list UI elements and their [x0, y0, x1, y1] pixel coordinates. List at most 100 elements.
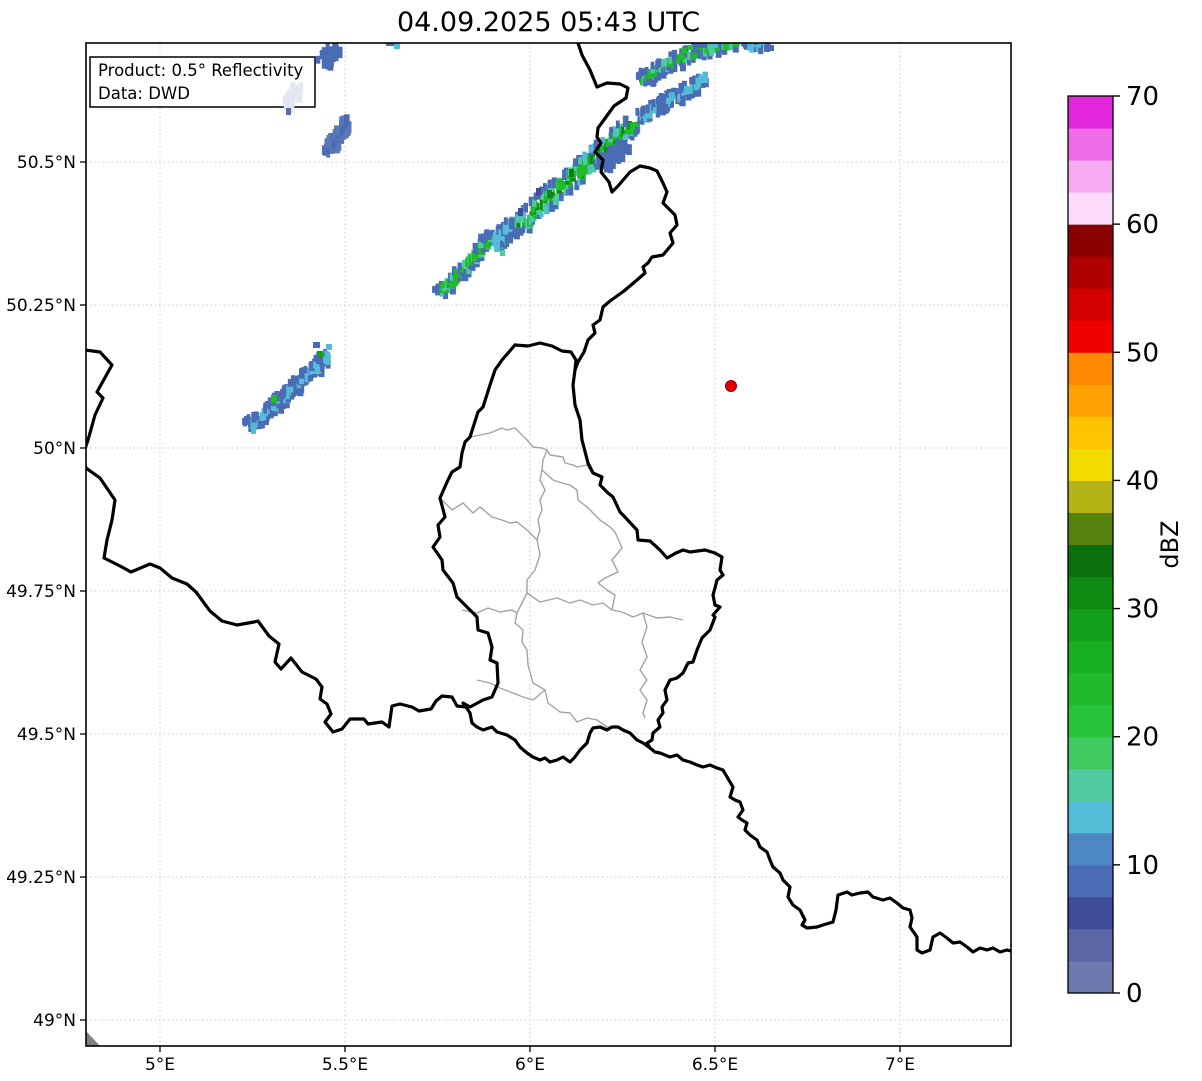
echo-cell	[324, 350, 329, 358]
echo-cell	[494, 244, 500, 252]
luxembourg-germany-border	[571, 368, 725, 750]
echo-cell	[557, 179, 562, 188]
echo-cell	[394, 43, 400, 49]
echo-cluster-lowleft	[242, 348, 331, 432]
colorbar-tick-label: 60	[1126, 210, 1159, 240]
colorbar-segment	[1068, 128, 1113, 161]
colorbar-segment	[1068, 512, 1113, 545]
echo-cell	[660, 93, 664, 101]
echo-cell	[734, 43, 740, 47]
echo-cell	[641, 105, 646, 115]
echo-band-top	[635, 43, 740, 87]
colorbar-tick-label: 0	[1126, 979, 1143, 1009]
colorbar-segment	[1068, 864, 1113, 898]
colorbar-segment	[1068, 832, 1113, 866]
luxembourg-west-border	[431, 343, 517, 709]
echo-cell	[286, 108, 291, 115]
echo-cell	[661, 59, 665, 67]
colorbar-tick-label: 20	[1126, 723, 1159, 753]
echo-cell	[630, 122, 635, 130]
y-tick-label: 49.5°N	[17, 725, 76, 745]
colorbar-segment	[1068, 96, 1113, 129]
product-info-box: Product: 0.5° Reflectivity Data: DWD	[90, 57, 312, 109]
france-germany-border	[648, 746, 1011, 955]
echo-cell	[322, 47, 326, 55]
echo-cell	[620, 126, 625, 134]
colorbar-unit-label: dBZ	[1156, 520, 1184, 568]
echo-cell	[547, 179, 553, 189]
echo-cell	[638, 67, 643, 75]
echo-cell	[479, 234, 483, 242]
echo-cell	[295, 375, 300, 384]
echo-cell	[303, 366, 308, 374]
belgium-germany-border	[573, 43, 679, 372]
echo-cell	[254, 411, 259, 420]
colorbar-segment	[1068, 896, 1113, 930]
echo-cell	[668, 56, 672, 64]
y-tick-label: 50.25°N	[6, 296, 76, 316]
y-tick-label: 49°N	[33, 1011, 76, 1031]
echo-cell	[543, 183, 547, 191]
x-tick-label: 5°E	[145, 1055, 175, 1075]
colorbar-segment	[1068, 224, 1113, 257]
echo-cell	[650, 61, 655, 70]
colorbar-segment	[1068, 448, 1113, 481]
echo-cell	[622, 115, 629, 127]
echo-cell	[271, 395, 277, 403]
echo-cell	[334, 125, 340, 136]
luxembourg-north-border	[513, 341, 578, 372]
echo-cell	[657, 71, 662, 80]
x-tick-label: 6.5°E	[692, 1055, 738, 1075]
echo-cell	[569, 169, 574, 177]
colorbar-segment	[1068, 320, 1113, 353]
colorbar-segment	[1068, 416, 1113, 449]
echo-cell	[521, 225, 526, 234]
echo-cell	[673, 51, 678, 60]
x-tick-label: 7°E	[885, 1055, 915, 1075]
colorbar-segment	[1068, 736, 1113, 770]
echo-cell	[514, 227, 520, 240]
colorbar-segment	[1068, 768, 1113, 802]
echo-cell	[343, 114, 350, 126]
radar-map-figure: 5°E 5.5°E 6°E 6.5°E 7°E 50.5°N 50.25°N 50°N 49.7…	[0, 0, 1202, 1081]
colorbar-segment	[1068, 352, 1113, 385]
echo-cell	[674, 88, 679, 95]
echo-cell	[651, 99, 656, 108]
plot-area-group	[86, 43, 1011, 1046]
echo-cell	[313, 342, 320, 348]
echo-cell	[626, 144, 632, 156]
y-tick-label: 50.5°N	[17, 153, 76, 173]
colorbar: 0 10 20 30 40 50 60 70 dBZ	[1067, 82, 1184, 1009]
colorbar-segment	[1068, 672, 1113, 706]
echo-cell	[578, 157, 582, 165]
echo-cell	[317, 351, 323, 358]
echo-cell	[702, 71, 708, 83]
echo-cell	[291, 375, 295, 383]
echo-left-streak	[321, 114, 352, 158]
echo-cell	[635, 126, 640, 135]
echo-cell	[244, 416, 250, 425]
colorbar-segment	[1068, 576, 1113, 610]
colorbar-segment	[1068, 704, 1113, 738]
luxembourg-france-border	[464, 705, 652, 764]
colorbar-segment	[1068, 640, 1113, 674]
echo-cell	[332, 43, 339, 50]
corner-artifact	[86, 1031, 100, 1046]
product-label: Product: 0.5° Reflectivity	[98, 61, 304, 80]
echo-cell	[622, 140, 627, 150]
echo-cell	[315, 56, 320, 64]
colorbar-segment	[1068, 384, 1113, 417]
colorbar-segment	[1068, 608, 1113, 642]
echo-cell	[457, 262, 462, 271]
echo-cell	[615, 120, 620, 129]
echo-cell	[432, 286, 436, 293]
canton-line-4	[439, 497, 538, 541]
data-source-label: Data: DWD	[98, 84, 190, 104]
colorbar-segment	[1068, 544, 1113, 578]
colorbar-segment	[1068, 928, 1113, 962]
echo-cell	[688, 45, 693, 50]
x-tick-label: 5.5°E	[322, 1055, 368, 1075]
plot-title: 04.09.2025 05:43 UTC	[396, 7, 701, 38]
echo-cell	[500, 250, 505, 256]
echo-cell	[504, 217, 508, 225]
